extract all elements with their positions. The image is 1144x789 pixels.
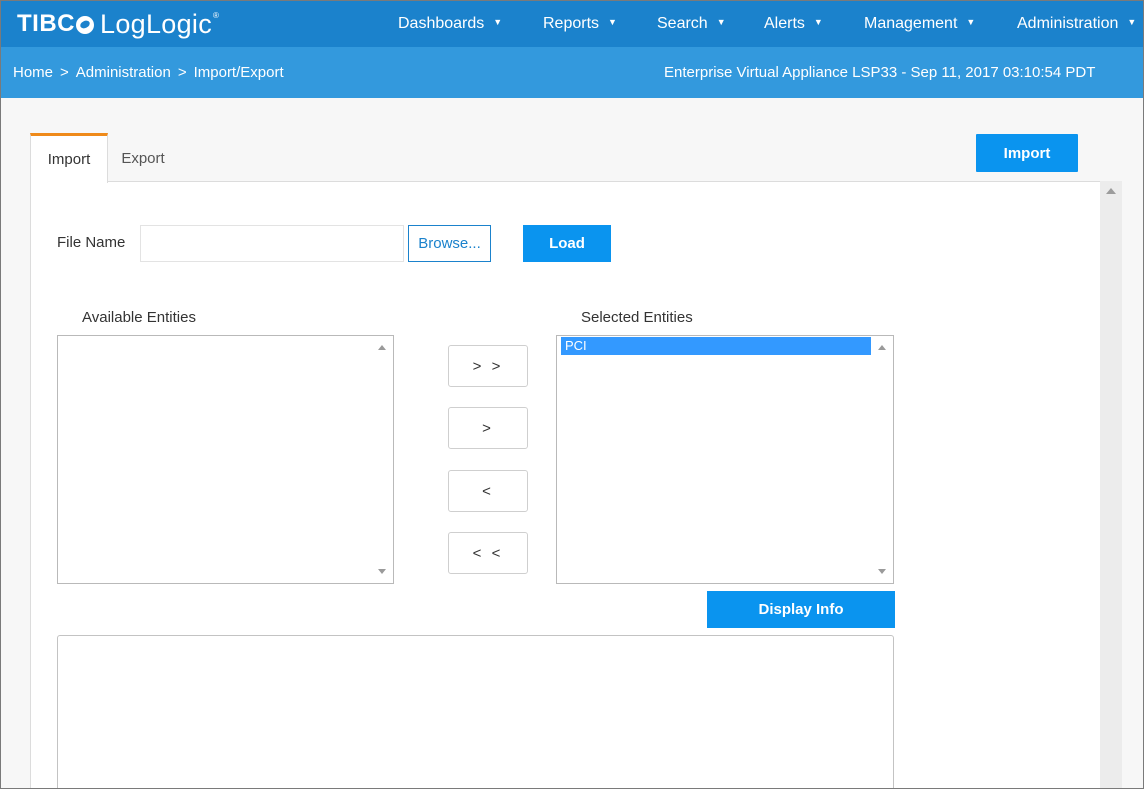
info-text-area[interactable]	[57, 635, 894, 788]
caret-down-icon: ▼	[608, 17, 617, 27]
available-list-scrollbar[interactable]	[373, 336, 393, 583]
caret-down-icon: ▼	[493, 17, 503, 27]
breadcrumb-administration[interactable]: Administration	[76, 64, 171, 81]
import-button[interactable]: Import	[976, 134, 1078, 172]
nav-administration-label: Administration	[1017, 15, 1119, 32]
app-window: TIBC LogLogic ® Dashboards ▼ Reports ▼ S…	[0, 0, 1144, 789]
caret-down-icon: ▼	[813, 17, 823, 27]
scroll-down-arrow-icon[interactable]	[378, 569, 386, 574]
browse-button[interactable]: Browse...	[408, 225, 491, 262]
tab-import[interactable]: Import	[30, 133, 108, 183]
logo[interactable]: TIBC LogLogic ®	[17, 7, 219, 41]
available-entities-label: Available Entities	[82, 309, 196, 326]
remove-all-button[interactable]: < <	[448, 532, 528, 574]
selected-entities-list[interactable]: PCI	[556, 335, 894, 584]
nav-alerts[interactable]: Alerts ▼	[764, 1, 823, 47]
load-button[interactable]: Load	[523, 225, 611, 262]
scroll-up-arrow-icon[interactable]	[878, 345, 886, 350]
add-all-button[interactable]: > >	[448, 345, 528, 387]
caret-down-icon: ▼	[1127, 17, 1137, 27]
logo-registered-mark: ®	[213, 10, 219, 20]
nav-management-label: Management	[864, 15, 958, 32]
breadcrumb-separator: >	[60, 64, 69, 81]
caret-down-icon: ▼	[716, 17, 726, 27]
breadcrumb-home[interactable]: Home	[13, 64, 53, 81]
logo-globe-icon	[76, 16, 94, 34]
nav-dashboards-label: Dashboards	[398, 15, 485, 32]
scroll-up-arrow-icon[interactable]	[1106, 188, 1116, 194]
nav-reports[interactable]: Reports ▼	[543, 1, 617, 47]
selected-list-scrollbar[interactable]	[873, 336, 893, 583]
appliance-info: Enterprise Virtual Appliance LSP33 - Sep…	[664, 64, 1096, 81]
breadcrumb-bar: Home > Administration > Import/Export En…	[1, 47, 1143, 98]
nav-reports-label: Reports	[543, 15, 600, 32]
breadcrumb: Home > Administration > Import/Export	[13, 47, 284, 98]
caret-down-icon: ▼	[966, 17, 976, 27]
nav-dashboards[interactable]: Dashboards ▼	[398, 1, 502, 47]
nav-search[interactable]: Search ▼	[657, 1, 726, 47]
nav-administration[interactable]: Administration ▼	[1017, 1, 1136, 47]
nav-management[interactable]: Management ▼	[864, 1, 975, 47]
display-info-button[interactable]: Display Info	[707, 591, 895, 628]
selected-entities-label: Selected Entities	[581, 309, 693, 326]
available-entities-list[interactable]	[57, 335, 394, 584]
top-navigation-bar: TIBC LogLogic ® Dashboards ▼ Reports ▼ S…	[1, 1, 1143, 47]
tab-export[interactable]: Export	[108, 136, 178, 180]
scroll-up-arrow-icon[interactable]	[378, 345, 386, 350]
breadcrumb-import-export: Import/Export	[193, 64, 284, 81]
nav-alerts-label: Alerts	[764, 15, 805, 32]
nav-search-label: Search	[657, 15, 708, 32]
breadcrumb-separator: >	[177, 64, 187, 81]
remove-button[interactable]: <	[448, 470, 528, 512]
scroll-down-arrow-icon[interactable]	[878, 569, 886, 574]
logo-loglogic-text: LogLogic	[100, 8, 212, 39]
file-name-label: File Name	[57, 234, 126, 251]
list-item[interactable]: PCI	[561, 337, 871, 355]
add-button[interactable]: >	[448, 407, 528, 449]
file-name-input[interactable]	[140, 225, 404, 262]
page-scrollbar[interactable]	[1100, 181, 1122, 788]
logo-tibco-text: TIBC	[17, 10, 75, 37]
